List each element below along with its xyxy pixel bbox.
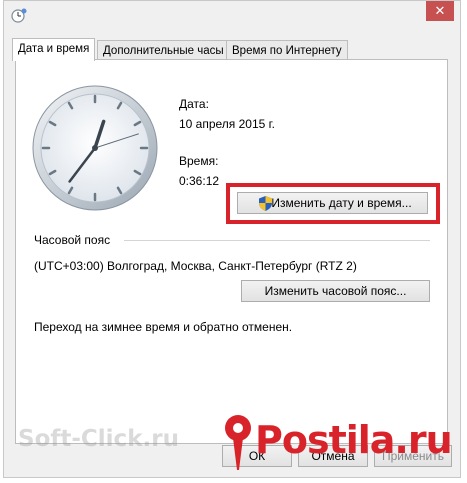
tab-internet-time[interactable]: Время по Интернету xyxy=(226,40,348,60)
close-icon: ✕ xyxy=(434,3,446,18)
highlight-frame xyxy=(226,183,440,224)
time-value: 0:36:12 xyxy=(179,174,220,188)
close-button[interactable]: ✕ xyxy=(426,1,454,21)
timezone-value: (UTC+03:00) Волгоград, Москва, Санкт-Пет… xyxy=(34,259,357,273)
clock-icon xyxy=(32,85,158,211)
timezone-divider xyxy=(124,240,430,241)
postila-watermark: Postila.ru xyxy=(255,418,453,462)
datetime-settings-icon xyxy=(11,8,27,23)
soft-click-watermark: Soft-Click.ru xyxy=(18,426,179,452)
title-bar[interactable]: ✕ xyxy=(4,1,460,31)
time-label: Время: xyxy=(179,154,219,168)
timezone-heading: Часовой пояс xyxy=(34,233,111,247)
tab-date-time[interactable]: Дата и время xyxy=(12,38,96,61)
date-value: 10 апреля 2015 г. xyxy=(179,117,275,131)
dst-note: Переход на зимнее время и обратно отмене… xyxy=(34,320,293,334)
date-label: Дата: xyxy=(179,97,209,111)
tab-additional-clocks[interactable]: Дополнительные часы xyxy=(97,40,230,60)
change-timezone-button[interactable]: Изменить часовой пояс... xyxy=(241,280,430,302)
